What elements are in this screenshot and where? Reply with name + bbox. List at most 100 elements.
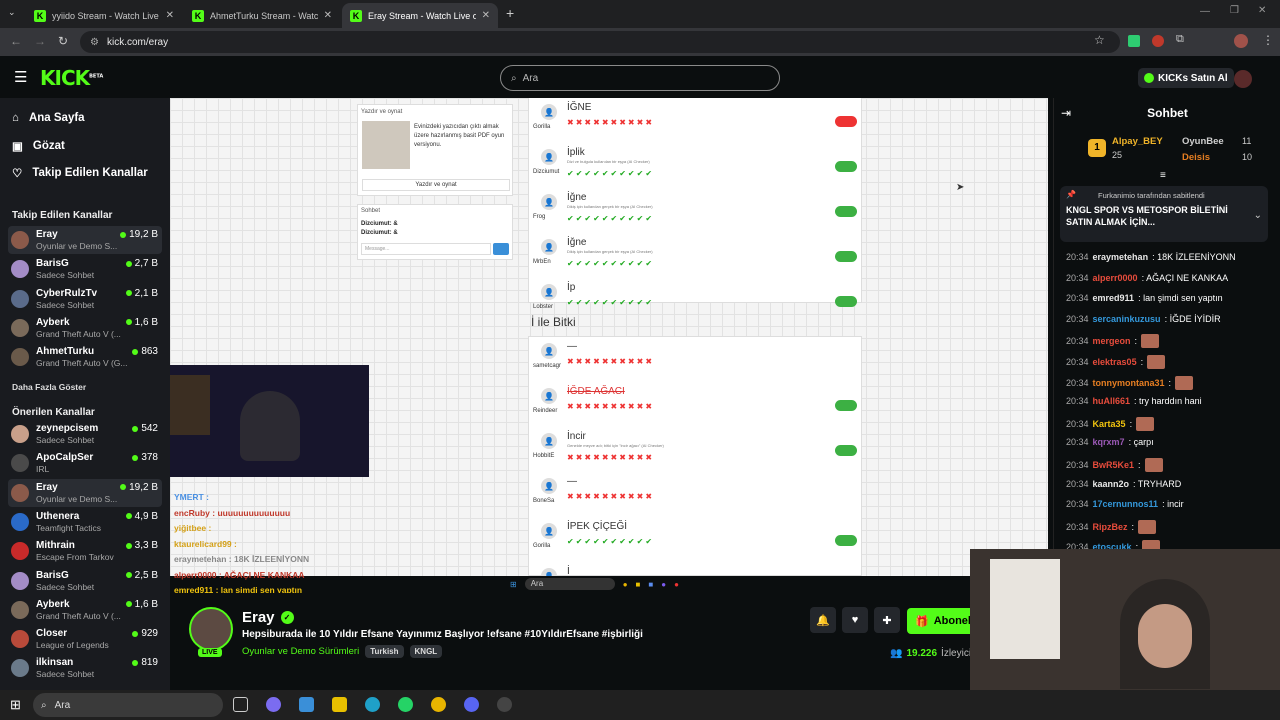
validity-toggle[interactable] bbox=[835, 206, 857, 217]
chat-username[interactable]: BwR5Ke1 bbox=[1093, 460, 1135, 470]
close-tab-icon[interactable]: ✕ bbox=[482, 10, 490, 21]
discord-icon[interactable] bbox=[464, 697, 479, 712]
close-tab-icon[interactable]: ✕ bbox=[166, 10, 174, 21]
chat-username[interactable]: 17cernunnos11 bbox=[1093, 499, 1159, 509]
edge-icon[interactable] bbox=[365, 697, 380, 712]
site-info-icon[interactable]: ⚙ bbox=[90, 37, 99, 48]
chat-username[interactable]: emred911 bbox=[1093, 293, 1135, 303]
chat-username[interactable]: huAll661 bbox=[1093, 396, 1131, 406]
chat-username[interactable]: mergeon bbox=[1093, 336, 1131, 346]
pinned-message[interactable]: 📌 Furkanimio tarafından sabitlendi KNGL … bbox=[1060, 186, 1268, 242]
followed-section-title: Takip Edilen Kanallar bbox=[12, 210, 113, 221]
print-button[interactable]: Yazdır ve oynat bbox=[362, 179, 510, 191]
chat-username[interactable]: kqrxm7 bbox=[1093, 437, 1125, 447]
chat-username[interactable]: elektras05 bbox=[1093, 357, 1137, 367]
channel-item[interactable]: Closer League of Legends 929 bbox=[8, 625, 162, 653]
channel-item[interactable]: ApoCalpSer IRL 378 bbox=[8, 449, 162, 477]
boost-button[interactable]: ✚ bbox=[874, 607, 900, 633]
leader-name[interactable]: Deisis bbox=[1182, 152, 1210, 163]
extension-icon[interactable] bbox=[1128, 35, 1140, 47]
game-chat-input[interactable]: Message... bbox=[361, 243, 491, 255]
chat-username[interactable]: kaann2o bbox=[1093, 479, 1130, 489]
channel-item[interactable]: CyberRulzTv Sadece Sohbet 2,1 B bbox=[8, 285, 162, 313]
tag-turkish[interactable]: Turkish bbox=[365, 645, 404, 658]
user-avatar[interactable] bbox=[1234, 70, 1252, 88]
timestamp: 20:34 bbox=[1066, 357, 1089, 367]
copilot-icon[interactable] bbox=[266, 697, 281, 712]
bookmark-star-icon[interactable]: ☆ bbox=[1094, 33, 1105, 47]
validity-toggle[interactable] bbox=[835, 445, 857, 456]
chat-username[interactable]: sercaninkuzusu bbox=[1093, 314, 1161, 324]
minimize-icon[interactable]: — bbox=[1200, 6, 1210, 17]
leader-name[interactable]: Alpay_BEY bbox=[1112, 136, 1163, 147]
channel-item[interactable]: BarisG Sadece Sohbet 2,5 B bbox=[8, 567, 162, 595]
address-bar[interactable]: ⚙ kick.com/eray bbox=[80, 31, 1120, 53]
validity-toggle[interactable] bbox=[835, 400, 857, 411]
game-chat-send-button[interactable] bbox=[493, 243, 509, 255]
chat-username[interactable]: eraymetehan bbox=[1093, 252, 1149, 262]
taskbar-search[interactable]: ⌕ Ara bbox=[33, 693, 223, 717]
chat-username[interactable]: Karta35 bbox=[1093, 419, 1126, 429]
favorite-heart-button[interactable]: ♥ bbox=[842, 607, 868, 633]
extensions-puzzle-icon[interactable]: ⧉ bbox=[1176, 33, 1184, 46]
whatsapp-icon[interactable] bbox=[398, 697, 413, 712]
channel-item[interactable]: Ayberk Grand Theft Auto V (... 1,6 B bbox=[8, 314, 162, 342]
forward-icon[interactable]: → bbox=[34, 34, 46, 48]
channel-item[interactable]: Uthenera Teamfight Tactics 4,9 B bbox=[8, 508, 162, 536]
kick-logo[interactable]: KICKBETA bbox=[40, 66, 103, 90]
nav-home[interactable]: ⌂ Ana Sayfa bbox=[12, 112, 85, 124]
back-icon[interactable]: ← bbox=[10, 34, 22, 48]
file-explorer-icon[interactable] bbox=[332, 697, 347, 712]
channel-item[interactable]: BarisG Sadece Sohbet 2,7 B bbox=[8, 255, 162, 283]
channel-name[interactable]: Eray bbox=[242, 609, 275, 626]
chrome-icon[interactable] bbox=[431, 697, 446, 712]
leader-name[interactable]: OyunBee bbox=[1182, 136, 1224, 147]
notification-bell-button[interactable]: 🔔 bbox=[810, 607, 836, 633]
channel-item[interactable]: zeynepcisem Sadece Sohbet 542 bbox=[8, 420, 162, 448]
browser-tab-1[interactable]: K yyiido Stream - Watch Live on K ✕ bbox=[26, 3, 182, 28]
profile-avatar[interactable] bbox=[1234, 34, 1248, 48]
channel-item[interactable]: Ayberk Grand Theft Auto V (... 1,6 B bbox=[8, 596, 162, 624]
windows-start-icon[interactable]: ⊞ bbox=[10, 697, 21, 713]
channel-item[interactable]: AhmetTurku Grand Theft Auto V (G... 863 bbox=[8, 343, 162, 371]
reload-icon[interactable]: ↻ bbox=[58, 34, 68, 48]
pinned-expand-icon[interactable]: ⌄ bbox=[1254, 210, 1262, 221]
obs-icon[interactable] bbox=[497, 697, 512, 712]
nav-browse[interactable]: ▣ Gözat bbox=[12, 139, 65, 153]
new-tab-icon[interactable]: + bbox=[506, 5, 514, 21]
extension-icon[interactable] bbox=[1152, 35, 1164, 47]
validity-toggle[interactable] bbox=[835, 296, 857, 307]
kicks-buy-button[interactable]: KICKs Satın Al bbox=[1138, 68, 1234, 88]
task-view-icon[interactable] bbox=[233, 697, 248, 712]
chat-username[interactable]: RipzBez bbox=[1093, 522, 1128, 532]
stream-video[interactable]: Yazdır ve oynat Evinizdeki yazıcıdan çık… bbox=[170, 98, 1048, 576]
store-icon[interactable] bbox=[299, 697, 314, 712]
search-input[interactable]: ⌕ Ara bbox=[500, 65, 780, 91]
close-tab-icon[interactable]: ✕ bbox=[324, 10, 332, 21]
validity-toggle[interactable] bbox=[835, 251, 857, 262]
game-chat-title: Sohbet bbox=[361, 208, 381, 214]
channel-item[interactable]: Mithrain Escape From Tarkov 3,3 B bbox=[8, 537, 162, 565]
nav-following[interactable]: ♡ Takip Edilen Kanallar bbox=[12, 166, 148, 180]
leaderboard-toggle-icon[interactable]: ≡ bbox=[1160, 170, 1166, 181]
validity-toggle[interactable] bbox=[835, 161, 857, 172]
validity-toggle[interactable] bbox=[835, 535, 857, 546]
validity-toggle[interactable] bbox=[835, 116, 857, 127]
browser-tab-3[interactable]: K Eray Stream - Watch Live on Ki ✕ bbox=[342, 3, 498, 28]
subscribe-button[interactable]: 🎁 Abonel bbox=[907, 608, 971, 634]
chat-username[interactable]: alperr0000 bbox=[1093, 273, 1138, 283]
show-more-link[interactable]: Daha Fazla Göster bbox=[12, 382, 86, 392]
tab-search-button[interactable]: ⌄ bbox=[8, 7, 22, 21]
maximize-icon[interactable]: ❐ bbox=[1230, 5, 1239, 16]
tag-kngl[interactable]: KNGL bbox=[409, 645, 443, 658]
browser-tab-2[interactable]: K AhmetTurku Stream - Watch Li ✕ bbox=[184, 3, 340, 28]
channel-avatar[interactable] bbox=[189, 607, 233, 651]
category-link[interactable]: Oyunlar ve Demo Sürümleri bbox=[242, 646, 359, 657]
channel-item[interactable]: Eray Oyunlar ve Demo S... 19,2 B bbox=[8, 226, 162, 254]
channel-item[interactable]: ilkinsan Sadece Sohbet 819 bbox=[8, 654, 162, 682]
browser-menu-icon[interactable]: ⋮ bbox=[1262, 33, 1274, 47]
menu-icon[interactable]: ☰ bbox=[14, 68, 27, 86]
close-window-icon[interactable]: ✕ bbox=[1258, 5, 1266, 16]
chat-username[interactable]: tonnymontana31 bbox=[1093, 378, 1165, 388]
channel-item[interactable]: Eray Oyunlar ve Demo S... 19,2 B bbox=[8, 478, 162, 507]
